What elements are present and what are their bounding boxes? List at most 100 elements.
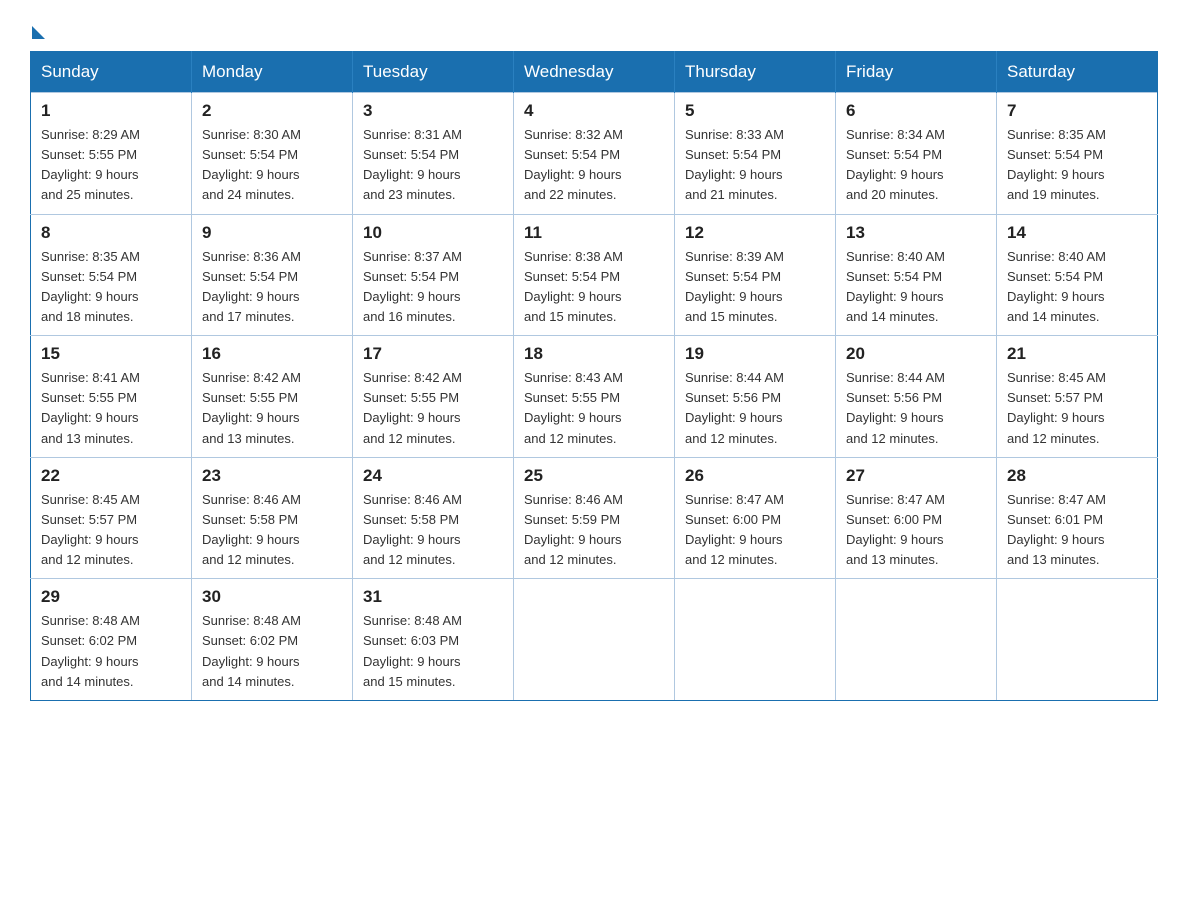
day-number: 2	[202, 101, 342, 121]
day-info: Sunrise: 8:46 AMSunset: 5:58 PMDaylight:…	[202, 492, 301, 567]
calendar-day-cell: 15 Sunrise: 8:41 AMSunset: 5:55 PMDayligh…	[31, 336, 192, 458]
day-number: 21	[1007, 344, 1147, 364]
calendar-day-cell	[836, 579, 997, 701]
day-number: 15	[41, 344, 181, 364]
day-info: Sunrise: 8:48 AMSunset: 6:03 PMDaylight:…	[363, 613, 462, 688]
day-number: 29	[41, 587, 181, 607]
calendar-week-row: 22 Sunrise: 8:45 AMSunset: 5:57 PMDayligh…	[31, 457, 1158, 579]
day-info: Sunrise: 8:36 AMSunset: 5:54 PMDaylight:…	[202, 249, 301, 324]
calendar-day-cell: 5 Sunrise: 8:33 AMSunset: 5:54 PMDaylight…	[675, 93, 836, 215]
day-info: Sunrise: 8:40 AMSunset: 5:54 PMDaylight:…	[846, 249, 945, 324]
calendar-day-cell: 11Sunrise: 8:38 AMSunset: 5:54 PMDayligh…	[514, 214, 675, 336]
day-number: 22	[41, 466, 181, 486]
day-number: 28	[1007, 466, 1147, 486]
calendar-week-row: 1 Sunrise: 8:29 AMSunset: 5:55 PMDaylight…	[31, 93, 1158, 215]
day-number: 4	[524, 101, 664, 121]
calendar-day-cell: 10 Sunrise: 8:37 AMSunset: 5:54 PMDayligh…	[353, 214, 514, 336]
day-number: 24	[363, 466, 503, 486]
day-info: Sunrise: 8:48 AMSunset: 6:02 PMDaylight:…	[202, 613, 301, 688]
calendar-day-cell: 1 Sunrise: 8:29 AMSunset: 5:55 PMDaylight…	[31, 93, 192, 215]
calendar-day-cell	[675, 579, 836, 701]
day-info: Sunrise: 8:45 AMSunset: 5:57 PMDaylight:…	[1007, 370, 1106, 445]
calendar-day-cell: 19 Sunrise: 8:44 AMSunset: 5:56 PMDayligh…	[675, 336, 836, 458]
day-number: 31	[363, 587, 503, 607]
calendar-day-cell: 2 Sunrise: 8:30 AMSunset: 5:54 PMDaylight…	[192, 93, 353, 215]
day-number: 5	[685, 101, 825, 121]
day-of-week-header: Thursday	[675, 52, 836, 93]
day-number: 13	[846, 223, 986, 243]
day-info: Sunrise: 8:41 AMSunset: 5:55 PMDaylight:…	[41, 370, 140, 445]
calendar-day-cell: 24 Sunrise: 8:46 AMSunset: 5:58 PMDayligh…	[353, 457, 514, 579]
calendar-day-cell: 8 Sunrise: 8:35 AMSunset: 5:54 PMDaylight…	[31, 214, 192, 336]
day-number: 18	[524, 344, 664, 364]
day-info: Sunrise: 8:46 AMSunset: 5:59 PMDaylight:…	[524, 492, 623, 567]
calendar-day-cell: 4Sunrise: 8:32 AMSunset: 5:54 PMDaylight…	[514, 93, 675, 215]
day-info: Sunrise: 8:33 AMSunset: 5:54 PMDaylight:…	[685, 127, 784, 202]
day-number: 14	[1007, 223, 1147, 243]
calendar-week-row: 8 Sunrise: 8:35 AMSunset: 5:54 PMDaylight…	[31, 214, 1158, 336]
calendar-week-row: 15 Sunrise: 8:41 AMSunset: 5:55 PMDayligh…	[31, 336, 1158, 458]
day-number: 3	[363, 101, 503, 121]
calendar-day-cell: 23 Sunrise: 8:46 AMSunset: 5:58 PMDayligh…	[192, 457, 353, 579]
day-number: 9	[202, 223, 342, 243]
day-info: Sunrise: 8:34 AMSunset: 5:54 PMDaylight:…	[846, 127, 945, 202]
day-info: Sunrise: 8:47 AMSunset: 6:00 PMDaylight:…	[846, 492, 945, 567]
calendar-day-cell: 26 Sunrise: 8:47 AMSunset: 6:00 PMDayligh…	[675, 457, 836, 579]
calendar-day-cell: 31 Sunrise: 8:48 AMSunset: 6:03 PMDayligh…	[353, 579, 514, 701]
day-number: 10	[363, 223, 503, 243]
day-info: Sunrise: 8:44 AMSunset: 5:56 PMDaylight:…	[846, 370, 945, 445]
day-info: Sunrise: 8:31 AMSunset: 5:54 PMDaylight:…	[363, 127, 462, 202]
day-number: 19	[685, 344, 825, 364]
calendar-day-cell: 22 Sunrise: 8:45 AMSunset: 5:57 PMDayligh…	[31, 457, 192, 579]
day-info: Sunrise: 8:44 AMSunset: 5:56 PMDaylight:…	[685, 370, 784, 445]
day-info: Sunrise: 8:42 AMSunset: 5:55 PMDaylight:…	[202, 370, 301, 445]
calendar-day-cell: 9 Sunrise: 8:36 AMSunset: 5:54 PMDaylight…	[192, 214, 353, 336]
calendar-day-cell: 16 Sunrise: 8:42 AMSunset: 5:55 PMDayligh…	[192, 336, 353, 458]
day-number: 26	[685, 466, 825, 486]
day-number: 16	[202, 344, 342, 364]
calendar-day-cell: 17Sunrise: 8:42 AMSunset: 5:55 PMDayligh…	[353, 336, 514, 458]
day-info: Sunrise: 8:46 AMSunset: 5:58 PMDaylight:…	[363, 492, 462, 567]
day-number: 7	[1007, 101, 1147, 121]
day-number: 23	[202, 466, 342, 486]
day-of-week-header: Tuesday	[353, 52, 514, 93]
day-info: Sunrise: 8:47 AMSunset: 6:00 PMDaylight:…	[685, 492, 784, 567]
day-of-week-header: Monday	[192, 52, 353, 93]
day-of-week-header: Saturday	[997, 52, 1158, 93]
day-info: Sunrise: 8:29 AMSunset: 5:55 PMDaylight:…	[41, 127, 140, 202]
day-number: 1	[41, 101, 181, 121]
calendar-day-cell	[514, 579, 675, 701]
calendar-day-cell: 20Sunrise: 8:44 AMSunset: 5:56 PMDayligh…	[836, 336, 997, 458]
calendar-day-cell: 25 Sunrise: 8:46 AMSunset: 5:59 PMDayligh…	[514, 457, 675, 579]
calendar-day-cell: 28 Sunrise: 8:47 AMSunset: 6:01 PMDayligh…	[997, 457, 1158, 579]
calendar-day-cell: 7 Sunrise: 8:35 AMSunset: 5:54 PMDaylight…	[997, 93, 1158, 215]
day-info: Sunrise: 8:48 AMSunset: 6:02 PMDaylight:…	[41, 613, 140, 688]
calendar-day-cell: 14 Sunrise: 8:40 AMSunset: 5:54 PMDayligh…	[997, 214, 1158, 336]
page-header	[30, 20, 1158, 33]
day-info: Sunrise: 8:40 AMSunset: 5:54 PMDaylight:…	[1007, 249, 1106, 324]
logo-chevron-icon	[32, 26, 45, 39]
calendar-week-row: 29 Sunrise: 8:48 AMSunset: 6:02 PMDayligh…	[31, 579, 1158, 701]
day-info: Sunrise: 8:37 AMSunset: 5:54 PMDaylight:…	[363, 249, 462, 324]
day-info: Sunrise: 8:38 AMSunset: 5:54 PMDaylight:…	[524, 249, 623, 324]
day-info: Sunrise: 8:47 AMSunset: 6:01 PMDaylight:…	[1007, 492, 1106, 567]
calendar-header-row: SundayMondayTuesdayWednesdayThursdayFrid…	[31, 52, 1158, 93]
day-number: 8	[41, 223, 181, 243]
day-number: 12	[685, 223, 825, 243]
calendar-day-cell: 27Sunrise: 8:47 AMSunset: 6:00 PMDayligh…	[836, 457, 997, 579]
day-info: Sunrise: 8:30 AMSunset: 5:54 PMDaylight:…	[202, 127, 301, 202]
day-info: Sunrise: 8:45 AMSunset: 5:57 PMDaylight:…	[41, 492, 140, 567]
calendar-day-cell: 18Sunrise: 8:43 AMSunset: 5:55 PMDayligh…	[514, 336, 675, 458]
day-info: Sunrise: 8:35 AMSunset: 5:54 PMDaylight:…	[41, 249, 140, 324]
calendar-day-cell: 29 Sunrise: 8:48 AMSunset: 6:02 PMDayligh…	[31, 579, 192, 701]
calendar-day-cell	[997, 579, 1158, 701]
calendar-day-cell: 30 Sunrise: 8:48 AMSunset: 6:02 PMDayligh…	[192, 579, 353, 701]
logo	[30, 20, 45, 33]
day-of-week-header: Friday	[836, 52, 997, 93]
day-info: Sunrise: 8:42 AMSunset: 5:55 PMDaylight:…	[363, 370, 462, 445]
day-info: Sunrise: 8:39 AMSunset: 5:54 PMDaylight:…	[685, 249, 784, 324]
day-number: 30	[202, 587, 342, 607]
day-number: 25	[524, 466, 664, 486]
day-info: Sunrise: 8:35 AMSunset: 5:54 PMDaylight:…	[1007, 127, 1106, 202]
calendar-day-cell: 12 Sunrise: 8:39 AMSunset: 5:54 PMDayligh…	[675, 214, 836, 336]
